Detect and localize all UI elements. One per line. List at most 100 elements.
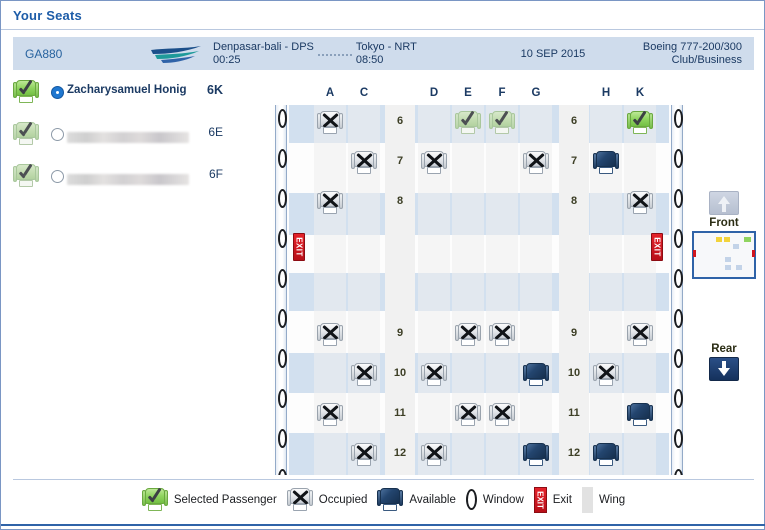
window-icon — [278, 469, 287, 475]
available-seat-icon — [377, 487, 404, 512]
window-icon — [278, 389, 287, 408]
row-number: 8 — [570, 195, 578, 207]
occupied-seat-icon — [317, 111, 343, 135]
selected-other-seat-icon — [489, 111, 515, 135]
seat-12G[interactable] — [523, 443, 549, 472]
seat-12C — [351, 443, 377, 472]
occupied-seat-icon — [286, 487, 313, 512]
wing-icon — [581, 486, 593, 513]
occupied-seat-icon — [351, 443, 377, 467]
cabin-diagram[interactable]: EXITEXIT6677889910101111121214141515 — [273, 105, 685, 475]
window-icon — [674, 349, 683, 368]
row-number: 9 — [570, 327, 578, 339]
aircraft-block: Boeing 777-200/300 Club/Business — [633, 41, 754, 67]
fuselage-rail-right — [671, 105, 683, 475]
destination-time: 08:50 — [355, 53, 384, 66]
front-scroll-button[interactable] — [709, 191, 739, 215]
occupied-seat-icon — [627, 191, 653, 215]
seat-10G[interactable] — [523, 363, 549, 392]
seat-10D — [421, 363, 447, 392]
arrow-up-icon — [718, 196, 730, 204]
occupied-seat-icon — [421, 151, 447, 175]
occupied-seat-icon — [627, 323, 653, 347]
cabin-minimap[interactable] — [692, 231, 756, 279]
legend-label: Occupied — [318, 493, 368, 506]
rear-scroll-button[interactable] — [709, 357, 739, 381]
window-icon — [674, 109, 683, 128]
window-icon — [278, 149, 287, 168]
passenger-list: Zacharysamuel Honig 6K 6E 6F — [13, 79, 223, 205]
legend-label: Available — [409, 493, 456, 506]
seat-7H[interactable] — [593, 151, 619, 180]
passenger-row[interactable]: 6F — [13, 163, 223, 199]
seat-11F — [489, 403, 515, 432]
rear-label: Rear — [711, 343, 737, 355]
column-header-d: D — [429, 87, 439, 99]
column-header-g: G — [531, 87, 541, 99]
seat-12H[interactable] — [593, 443, 619, 472]
legend-label: Wing — [598, 493, 626, 506]
row-number: 11 — [568, 407, 580, 419]
minimap-marker — [693, 250, 696, 257]
seat-11A — [317, 403, 343, 432]
legend-label: Selected Passenger — [173, 493, 277, 506]
available-seat-icon — [523, 363, 549, 387]
legend-item-window: Window — [465, 489, 524, 510]
minimap-marker — [736, 265, 742, 270]
legend-label: Exit — [552, 493, 572, 506]
window-icon — [278, 189, 287, 208]
row-number: 10 — [567, 367, 581, 379]
column-header-c: C — [359, 87, 369, 99]
minimap-marker — [733, 244, 739, 249]
minimap-marker — [725, 265, 731, 270]
column-header-a: A — [325, 87, 335, 99]
radio-selected-icon[interactable] — [50, 86, 64, 99]
seat-9E — [455, 323, 481, 352]
origin-block: Denpasar-bali - DPS 00:25 — [213, 41, 314, 67]
available-seat-icon — [593, 151, 619, 175]
passenger-name: Zacharysamuel Honig — [67, 84, 187, 96]
selected-other-seat-icon — [13, 164, 39, 188]
seat-7D — [421, 151, 447, 180]
legend-item-occupied: Occupied — [286, 487, 368, 512]
occupied-seat-icon — [351, 151, 377, 175]
available-seat-icon — [523, 443, 549, 467]
row-number: 12 — [393, 447, 407, 459]
occupied-seat-icon — [317, 323, 343, 347]
page-title-bar: Your Seats — [1, 1, 764, 30]
legend-label: Window — [482, 493, 524, 506]
seat-8K — [627, 191, 653, 220]
flight-info-bar: GA880 Denpasar-bali - DPS 00:25 Tokyo - … — [13, 37, 754, 70]
seat-11K[interactable] — [627, 403, 653, 432]
exit-marker: EXIT — [651, 233, 663, 261]
selected-seat-icon — [141, 487, 168, 512]
seat-map[interactable]: ACDEFGHK EXITEXIT66778899101011111212141… — [273, 83, 685, 475]
row-number: 7 — [396, 155, 404, 167]
passenger-radio[interactable] — [47, 121, 67, 141]
selected-seat-icon — [13, 80, 39, 104]
passenger-row[interactable]: 6E — [13, 121, 223, 157]
column-header-e: E — [464, 87, 472, 99]
passenger-radio[interactable] — [47, 163, 67, 183]
window-icon — [674, 389, 683, 408]
occupied-seat-icon — [489, 323, 515, 347]
route-info: Denpasar-bali - DPS 00:25 Tokyo - NRT 08… — [213, 41, 473, 67]
redacted-name-block — [67, 174, 189, 185]
passenger-radio[interactable] — [47, 79, 67, 99]
route-dots — [317, 48, 352, 56]
passenger-row[interactable]: Zacharysamuel Honig 6K — [13, 79, 223, 115]
available-seat-icon — [627, 403, 653, 427]
column-header-k: K — [635, 87, 645, 99]
legend-item-wing: Wing — [581, 486, 626, 513]
selected-other-seat-icon — [13, 122, 39, 146]
radio-unselected-icon[interactable] — [50, 128, 64, 141]
row-number: 8 — [396, 195, 404, 207]
exit-marker: EXIT — [293, 233, 305, 261]
seat-map-column-headers: ACDEFGHK — [273, 83, 685, 105]
origin-station: Denpasar-bali - DPS — [213, 40, 314, 53]
radio-unselected-icon[interactable] — [50, 170, 64, 183]
window-icon — [278, 229, 287, 248]
footer-rule — [1, 524, 765, 526]
front-label: Front — [709, 217, 739, 229]
window-icon — [674, 309, 683, 328]
